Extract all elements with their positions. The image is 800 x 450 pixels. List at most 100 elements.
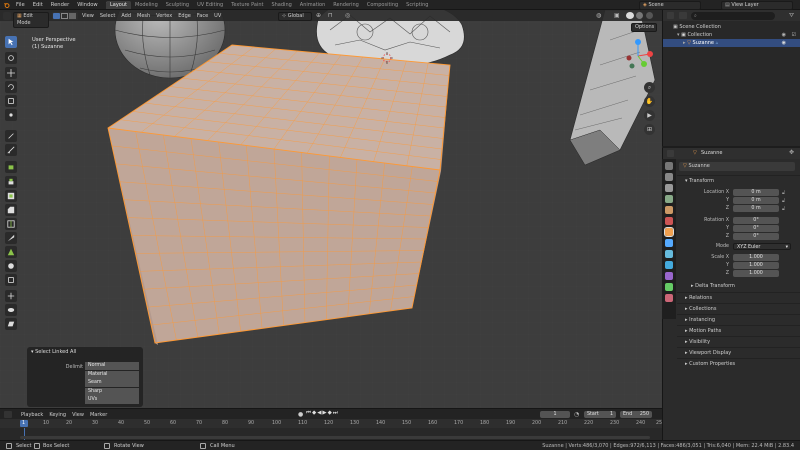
vp-menu-uv[interactable]: UV [211, 12, 224, 20]
delimit-material[interactable]: Material [85, 370, 139, 379]
vp-menu-vertex[interactable]: Vertex [153, 12, 175, 20]
overlays-icon[interactable]: ◍ [596, 12, 601, 19]
loop-cut-tool-icon[interactable] [5, 218, 17, 230]
spin-tool-icon[interactable] [5, 260, 17, 272]
rotation-y-field[interactable]: 0° [733, 225, 779, 232]
record-icon[interactable]: ● [298, 411, 303, 418]
panel-viewport-display[interactable]: ▸ Viewport Display [677, 347, 800, 358]
lock-icon[interactable]: 🔓︎ [782, 205, 794, 213]
checkbox-icon[interactable]: ☑ [792, 31, 796, 39]
start-frame-field[interactable]: Start 1 [584, 411, 616, 418]
shading-solid-icon[interactable] [626, 12, 634, 19]
delimit-sharp[interactable]: Sharp [85, 387, 139, 396]
scale-tool-icon[interactable] [5, 95, 17, 107]
knife-tool-icon[interactable] [5, 232, 17, 244]
scene-tab-icon[interactable] [665, 206, 673, 214]
menu-render[interactable]: Render [47, 0, 73, 10]
xray-icon[interactable]: ▣ [614, 12, 620, 19]
panel-collections[interactable]: ▸ Collections [677, 303, 800, 314]
proportional-edit-icon[interactable]: ◎ [345, 12, 350, 19]
end-frame-field[interactable]: End 250 [620, 411, 652, 418]
zoom-icon[interactable]: ⌕ [644, 82, 655, 93]
delimit-seam[interactable]: Seam [85, 379, 139, 387]
vp-menu-add[interactable]: Add [118, 12, 134, 20]
lock-icon[interactable]: 🔓︎ [782, 197, 794, 205]
ortho-toggle-icon[interactable]: ⊞ [644, 124, 655, 135]
timeline-area[interactable]: 1 10 20 30 40 50 60 70 80 90 100 110 120… [0, 419, 665, 440]
scene-selector[interactable]: ◈ Scene [639, 1, 701, 10]
eye-icon[interactable]: ◉ [782, 39, 786, 47]
lock-icon[interactable]: 🔓︎ [782, 189, 794, 197]
tab-uv-editing[interactable]: UV Editing [193, 1, 227, 9]
viewport-3d[interactable]: ▦ Edit Mode View Select Add Mesh Vertex Edge F… [0, 10, 662, 408]
move-tool-icon[interactable] [5, 67, 17, 79]
location-x-field[interactable]: 0 m [733, 189, 779, 196]
timeline-scrollbar[interactable] [20, 436, 650, 439]
poly-build-tool-icon[interactable] [5, 246, 17, 258]
smooth-tool-icon[interactable] [5, 274, 17, 286]
vertex-select-icon[interactable] [53, 12, 60, 19]
options-button[interactable]: Options [631, 23, 657, 32]
menu-window[interactable]: Window [73, 0, 101, 10]
timeline-editor-icon[interactable] [4, 411, 12, 418]
tool-tab-icon[interactable] [665, 162, 673, 170]
shading-material-icon[interactable] [636, 12, 643, 19]
outliner-search-icon[interactable]: ⌕ [691, 11, 775, 20]
outliner-row-suzanne[interactable]: ▸ ▽ Suzanne ▵ ◉ [663, 39, 800, 47]
cursor-tool-icon[interactable] [5, 52, 17, 64]
scale-y-field[interactable]: 1.000 [733, 262, 779, 269]
eye-icon[interactable]: ◉ [782, 31, 786, 39]
render-tab-icon[interactable] [665, 173, 673, 181]
delimit-normal[interactable]: Normal [85, 362, 139, 370]
bevel-tool-icon[interactable] [5, 204, 17, 216]
axis-gizmo-icon[interactable] [618, 34, 658, 74]
world-tab-icon[interactable] [665, 217, 673, 225]
tab-texture-paint[interactable]: Texture Paint [227, 1, 267, 9]
timeline-menu-keying[interactable]: Keying [46, 411, 69, 419]
blender-logo-icon[interactable] [3, 2, 10, 9]
object-name-field[interactable]: ▽ Suzanne [679, 162, 795, 171]
tab-rendering[interactable]: Rendering [329, 1, 363, 9]
rotation-x-field[interactable]: 0° [733, 217, 779, 224]
extrude-tool-icon[interactable] [5, 176, 17, 188]
camera-view-icon[interactable]: ▶ [644, 110, 655, 121]
particles-tab-icon[interactable] [665, 250, 673, 258]
rotation-z-field[interactable]: 0° [733, 233, 779, 240]
constraints-tab-icon[interactable] [665, 272, 673, 280]
location-z-field[interactable]: 0 m [733, 205, 779, 212]
panel-relations[interactable]: ▸ Relations [677, 292, 800, 303]
object-tab-icon[interactable] [664, 227, 674, 237]
modifier-tab-icon[interactable] [665, 239, 673, 247]
select-mode-buttons[interactable] [52, 11, 78, 20]
timeline-menu-marker[interactable]: Marker [87, 411, 110, 419]
data-tab-icon[interactable] [665, 283, 673, 291]
panel-instancing[interactable]: ▸ Instancing [677, 314, 800, 325]
menu-file[interactable]: File [12, 0, 29, 10]
face-select-icon[interactable] [69, 12, 76, 19]
delta-transform-header[interactable]: ▸ Delta Transform [683, 281, 800, 291]
vp-menu-mesh[interactable]: Mesh [134, 12, 153, 20]
shear-tool-icon[interactable] [5, 318, 17, 330]
edge-select-icon[interactable] [61, 12, 68, 19]
pin-icon[interactable]: ✥ [789, 149, 794, 156]
output-tab-icon[interactable] [665, 184, 673, 192]
display-mode-icon[interactable] [679, 12, 687, 19]
shrink-fatten-tool-icon[interactable] [5, 304, 17, 316]
jump-end-icon[interactable]: ⏭ [333, 410, 339, 416]
scale-x-field[interactable]: 1.000 [733, 254, 779, 261]
panel-motion-paths[interactable]: ▸ Motion Paths [677, 325, 800, 336]
tab-scripting[interactable]: Scripting [402, 1, 432, 9]
delimit-uvs[interactable]: UVs [85, 396, 139, 404]
mode-dropdown[interactable]: ▦ Edit Mode [13, 11, 49, 28]
add-cube-tool-icon[interactable] [5, 161, 17, 173]
scale-z-field[interactable]: 1.000 [733, 270, 779, 277]
pivot-icon[interactable]: ⊕ [316, 12, 321, 19]
clock-icon[interactable]: ◔ [574, 411, 579, 418]
tab-compositing[interactable]: Compositing [363, 1, 402, 9]
pan-hand-icon[interactable]: ✋ [644, 96, 655, 107]
filter-icon[interactable]: ⛛ [789, 12, 794, 20]
outliner-row-scene-collection[interactable]: ▣ Scene Collection [663, 23, 800, 31]
edge-slide-tool-icon[interactable] [5, 290, 17, 302]
rotation-mode-dropdown[interactable]: XYZ Euler ▾ [733, 243, 791, 250]
panel-custom-properties[interactable]: ▸ Custom Properties [677, 358, 800, 369]
